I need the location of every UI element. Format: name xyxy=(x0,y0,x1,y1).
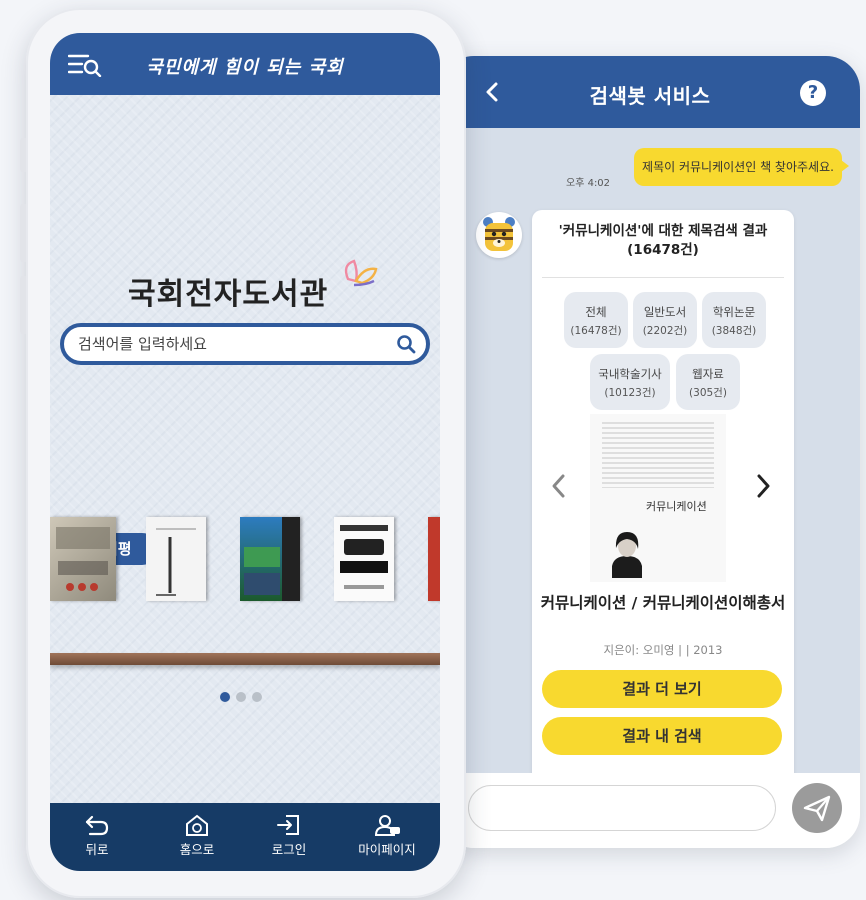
search-icon[interactable] xyxy=(396,334,416,354)
phone-volume-up xyxy=(20,204,26,262)
chip-count: (2202건) xyxy=(642,325,688,337)
nav-home[interactable]: 홈으로 xyxy=(154,813,240,858)
paper-plane-icon xyxy=(803,795,831,822)
book-cover-art xyxy=(244,517,300,601)
cover-title: 커뮤니케이션 xyxy=(646,500,707,513)
chat-body: 제목이 커뮤니케이션인 책 찾아주세요. 오후 4:02 '커뮤니케이션'에 대… xyxy=(440,128,860,790)
chip-count: (10123건) xyxy=(604,387,656,399)
search-bar xyxy=(60,323,430,365)
divider xyxy=(542,277,784,278)
home-icon xyxy=(186,814,208,836)
back-arrow-icon xyxy=(85,815,109,836)
category-chip-web[interactable]: 웹자료 (305건) xyxy=(676,354,740,410)
chat-header: 검색봇 서비스 ? xyxy=(440,56,860,128)
my-page-icon xyxy=(374,815,400,836)
book-title[interactable]: 커뮤니케이션 / 커뮤니케이션이해총서 xyxy=(538,592,788,614)
category-chip-articles[interactable]: 국내학술기사 (10123건) xyxy=(590,354,670,410)
nav-label: 로그인 xyxy=(271,842,307,857)
search-input[interactable] xyxy=(64,327,384,361)
carousel-pagination xyxy=(220,687,268,706)
category-chip-books[interactable]: 일반도서 (2202건) xyxy=(633,292,697,348)
chip-label: 국내학술기사 xyxy=(598,367,662,381)
book-cover-art xyxy=(156,528,196,596)
butterfly-logo-icon xyxy=(344,259,378,287)
carousel-dot[interactable] xyxy=(252,692,262,702)
cover-text-lines xyxy=(602,422,714,488)
library-logo-title: 국회전자도서관 xyxy=(128,277,329,312)
chat-input-bar xyxy=(440,773,860,848)
bot-avatar xyxy=(476,212,522,258)
chip-label: 웹자료 xyxy=(692,367,724,381)
chip-label: 전체 xyxy=(585,305,607,319)
book-meta: 지은이: 오미영 | | 2013 xyxy=(603,643,723,657)
header-slogan: 국민에게 힘이 되는 국회 xyxy=(146,57,344,78)
search-within-results-button[interactable]: 결과 내 검색 xyxy=(542,717,782,755)
login-icon xyxy=(277,815,299,835)
nav-label: 홈으로 xyxy=(179,842,215,857)
book-thumbnail[interactable] xyxy=(334,517,394,601)
book-cover-art xyxy=(56,527,110,591)
user-message-bubble: 제목이 커뮤니케이션인 책 찾아주세요. xyxy=(634,148,849,186)
search-result-card: '커뮤니케이션'에 대한 제목검색 결과(16478건) 전체 (16478건)… xyxy=(532,210,794,790)
nav-my-page[interactable]: 마이페이지 xyxy=(344,813,430,858)
message-time: 오후 4:02 xyxy=(566,178,611,189)
next-arrow-icon[interactable] xyxy=(754,472,772,500)
carousel-dot[interactable] xyxy=(236,692,246,702)
app-header: 국민에게 힘이 되는 국회 xyxy=(50,33,440,95)
book-cover-art xyxy=(340,525,388,589)
bottom-navigation: 뒤로 홈으로 로그인 마이페이지 xyxy=(50,803,440,871)
author-photo xyxy=(604,522,650,578)
bookshelf xyxy=(50,653,440,665)
prev-arrow-icon[interactable] xyxy=(550,472,568,500)
chip-label: 학위논문 xyxy=(712,305,756,319)
chip-count: (305건) xyxy=(689,387,727,399)
phone-side-button xyxy=(20,138,26,172)
chat-message-input[interactable] xyxy=(468,785,776,831)
nav-label: 마이페이지 xyxy=(358,842,416,857)
book-thumbnail[interactable] xyxy=(240,517,300,601)
chip-count: (16478건) xyxy=(570,325,622,337)
book-thumbnail[interactable] xyxy=(146,517,206,601)
category-chip-theses[interactable]: 학위논문 (3848건) xyxy=(702,292,766,348)
nav-back[interactable]: 뒤로 xyxy=(54,813,140,858)
nav-label: 뒤로 xyxy=(85,842,109,857)
book-cover-image[interactable]: 커뮤니케이션 xyxy=(590,414,726,582)
help-icon[interactable]: ? xyxy=(800,80,826,106)
book-thumbnail[interactable] xyxy=(428,517,440,601)
phone-volume-down xyxy=(20,276,26,334)
nav-login[interactable]: 로그인 xyxy=(246,813,332,858)
chip-count: (3848건) xyxy=(711,325,757,337)
tiger-mascot-icon xyxy=(483,217,515,251)
chip-label: 일반도서 xyxy=(643,305,687,319)
chat-title: 검색봇 서비스 xyxy=(589,84,711,108)
more-results-button[interactable]: 결과 더 보기 xyxy=(542,670,782,708)
carousel-dot[interactable] xyxy=(220,692,230,702)
chatbot-phone: 검색봇 서비스 ? 제목이 커뮤니케이션인 책 찾아주세요. 오후 4:02 '… xyxy=(440,56,860,848)
book-thumbnail[interactable] xyxy=(50,517,116,601)
category-chip-all[interactable]: 전체 (16478건) xyxy=(564,292,628,348)
result-title: '커뮤니케이션'에 대한 제목검색 결과(16478건) xyxy=(558,223,768,258)
send-button[interactable] xyxy=(792,783,842,833)
library-app-screen: 국민에게 힘이 되는 국회 국회전자도서관 최신서평 xyxy=(50,33,440,871)
